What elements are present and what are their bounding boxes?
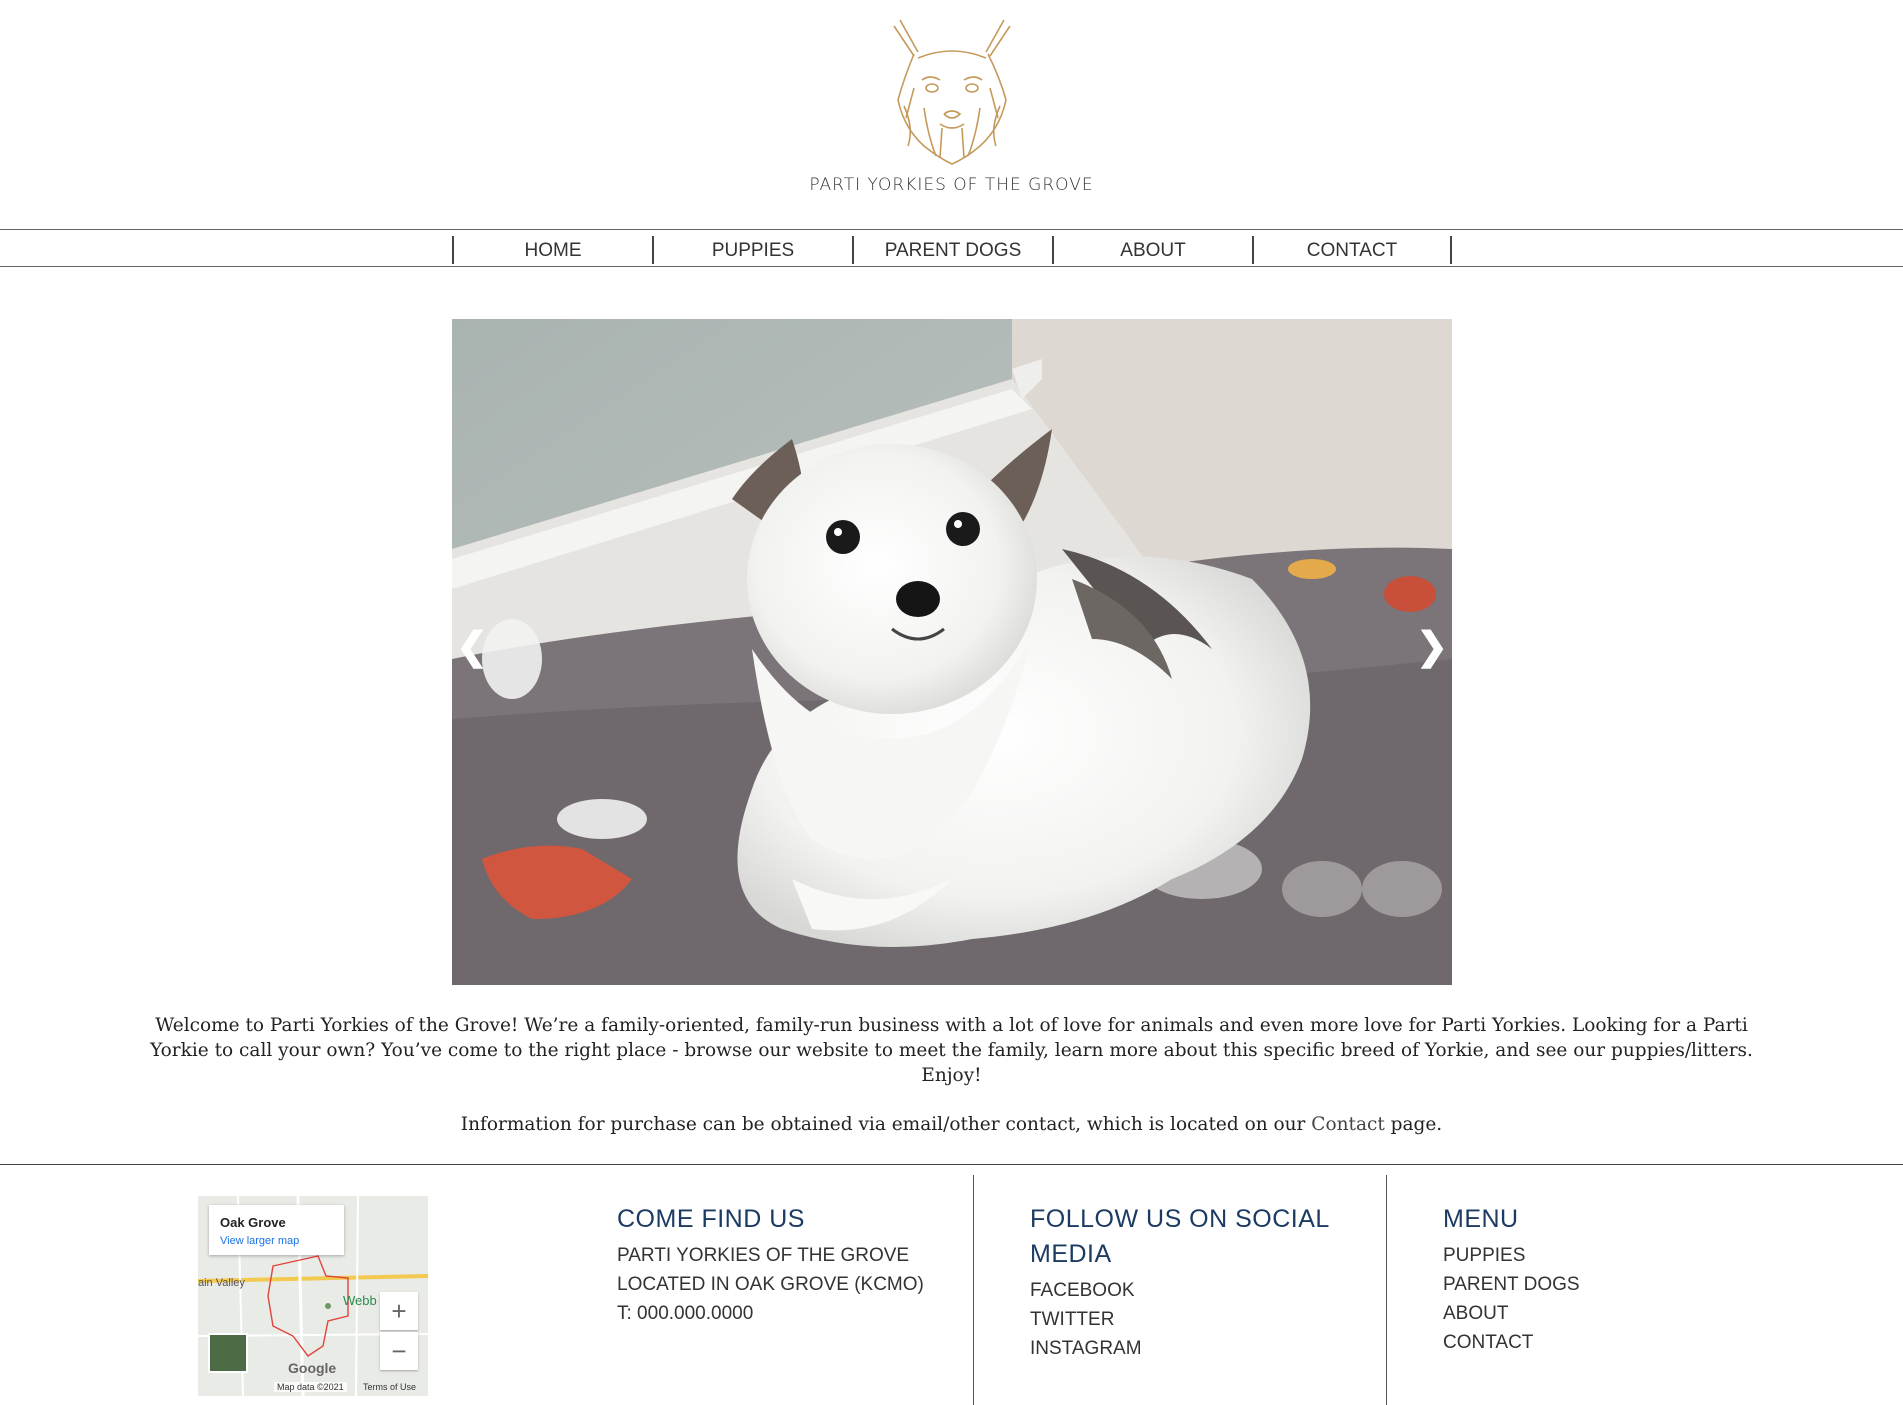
footer-divider (0, 1164, 1903, 1165)
map-data-attribution: Map data ©2021 (274, 1382, 347, 1392)
purchase-text-after: page. (1384, 1114, 1443, 1135)
yorkie-logo-icon[interactable] (884, 18, 1019, 168)
google-logo: Google (288, 1360, 337, 1376)
find-us-line: LOCATED IN OAK GROVE (KCMO) (617, 1274, 924, 1295)
image-slider: ❮ ❯ (452, 319, 1452, 985)
intro-text: Welcome to Parti Yorkies of the Grove! W… (140, 1013, 1763, 1137)
footer-find-us: COME FIND US PARTI YORKIES OF THE GROVE … (617, 1202, 924, 1328)
facebook-link[interactable]: FACEBOOK (1030, 1276, 1330, 1305)
footer-link-parent-dogs[interactable]: PARENT DOGS (1443, 1270, 1580, 1299)
footer-link-contact[interactable]: CONTACT (1443, 1328, 1580, 1357)
map-zoom-in-button[interactable]: + (380, 1292, 418, 1330)
instagram-link[interactable]: INSTAGRAM (1030, 1334, 1330, 1363)
brand-name: PARTI YORKIES OF THE GROVE (809, 175, 1094, 195)
map-terms-link[interactable]: Terms of Use (363, 1382, 416, 1392)
nav-contact[interactable]: CONTACT (1252, 236, 1452, 264)
slider-prev-button[interactable]: ❮ (452, 624, 492, 669)
footer-link-about[interactable]: ABOUT (1443, 1299, 1580, 1328)
site-header: PARTI YORKIES OF THE GROVE (0, 0, 1903, 228)
footer-link-puppies[interactable]: PUPPIES (1443, 1241, 1580, 1270)
social-heading-line2: MEDIA (1030, 1240, 1112, 1268)
main-nav: HOME PUPPIES PARENT DOGS ABOUT CONTACT (0, 229, 1903, 267)
map-satellite-toggle[interactable] (208, 1333, 248, 1373)
map-place-card: Oak Grove View larger map (209, 1205, 344, 1255)
contact-link[interactable]: Contact (1311, 1114, 1384, 1135)
map-place-name: Oak Grove (220, 1215, 286, 1230)
purchase-paragraph: Information for purchase can be obtained… (140, 1112, 1763, 1137)
purchase-text-before: Information for purchase can be obtained… (460, 1114, 1312, 1135)
find-us-heading: COME FIND US (617, 1205, 805, 1233)
location-map[interactable]: ain Valley Webb Oak Grove View larger ma… (198, 1196, 428, 1396)
nav-home[interactable]: HOME (452, 236, 652, 264)
social-heading-line1: FOLLOW US ON SOCIAL (1030, 1205, 1330, 1233)
view-larger-map-link[interactable]: View larger map (220, 1235, 299, 1247)
slide-photo-yorkie (452, 319, 1452, 985)
map-town-label: ain Valley (198, 1277, 245, 1289)
twitter-link[interactable]: TWITTER (1030, 1305, 1330, 1334)
nav-puppies[interactable]: PUPPIES (652, 236, 852, 264)
map-zoom-out-button[interactable]: − (380, 1332, 418, 1370)
nav-about[interactable]: ABOUT (1052, 236, 1252, 264)
find-us-line: T: 000.000.0000 (617, 1303, 754, 1324)
find-us-line: PARTI YORKIES OF THE GROVE (617, 1245, 910, 1266)
map-webb-label: Webb (343, 1293, 377, 1308)
footer-column-divider (1386, 1175, 1387, 1405)
footer-column-divider (973, 1175, 974, 1405)
social-heading: FOLLOW US ON SOCIAL MEDIA (1030, 1202, 1330, 1272)
welcome-paragraph: Welcome to Parti Yorkies of the Grove! W… (150, 1015, 1753, 1086)
footer-menu: MENU PUPPIES PARENT DOGS ABOUT CONTACT (1443, 1202, 1580, 1357)
menu-heading: MENU (1443, 1205, 1519, 1233)
nav-parent-dogs[interactable]: PARENT DOGS (852, 236, 1052, 264)
footer-social: FOLLOW US ON SOCIAL MEDIA FACEBOOK TWITTE… (1030, 1202, 1330, 1363)
slider-next-button[interactable]: ❯ (1412, 624, 1452, 669)
